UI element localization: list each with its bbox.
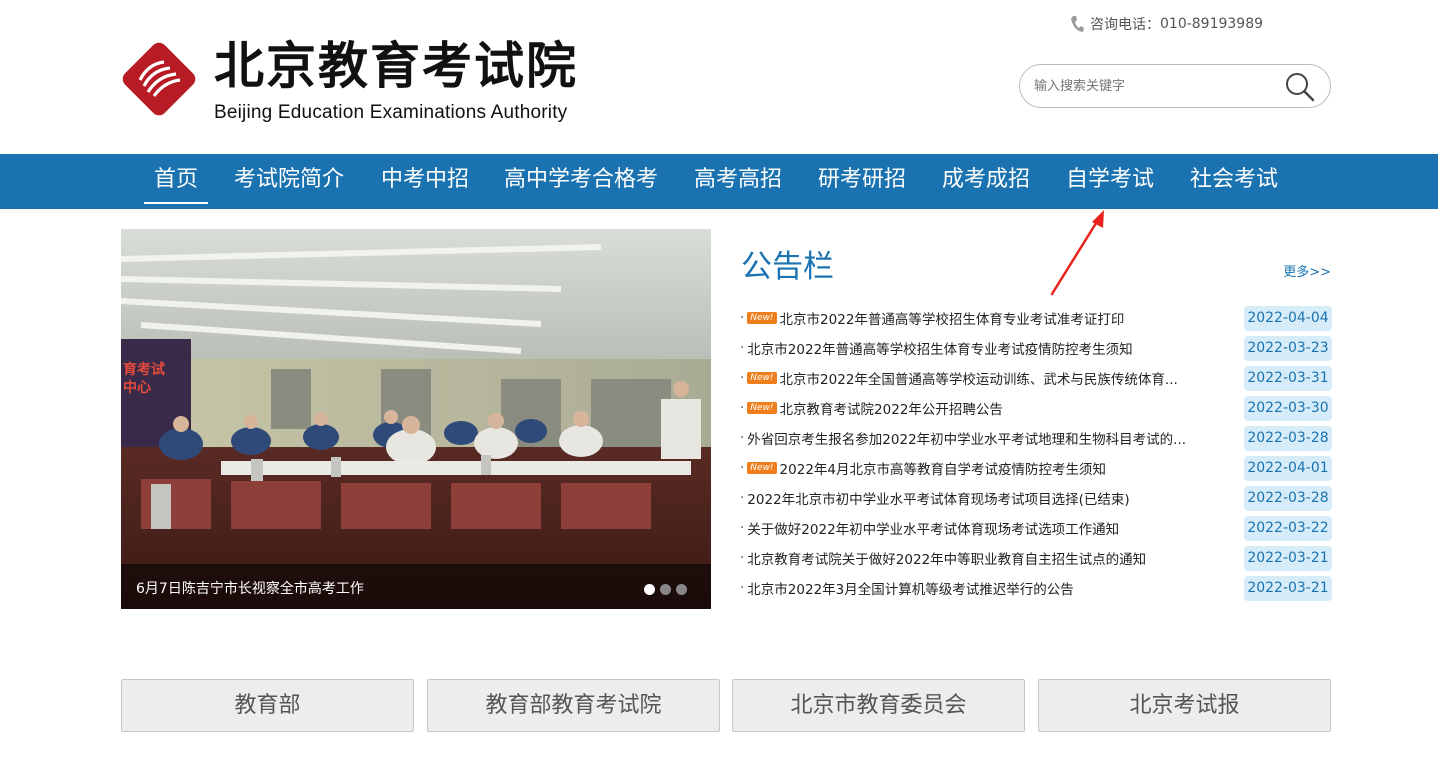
notice-bullet: · [740,370,745,386]
notice-date: 2022-04-04 [1244,306,1332,331]
site-logo[interactable]: 北京教育考试院 Beijing Education Examinations A… [120,36,600,130]
slide-caption-bar: 6月7日陈吉宁市长视察全市高考工作 [121,564,711,609]
notice-link[interactable]: · New! 北京市2022年普通高等学校招生体育专业考试准考证打印 [740,308,1124,328]
slide-caption[interactable]: 6月7日陈吉宁市长视察全市高考工作 [136,578,364,598]
list-item: · New! 2022年4月北京市高等教育自学考试疫情防控考生须知 2022-04-… [740,456,1332,486]
slide-dot-3[interactable] [676,584,687,595]
notice-link[interactable]: · 外省回京考生报名参加2022年初中学业水平考试地理和生物科目考试的... [740,428,1186,448]
nav-item-home[interactable]: 首页 [143,154,209,209]
slide-dot-1[interactable] [644,584,655,595]
list-item: · 关于做好2022年初中学业水平考试体育现场考试选项工作通知 2022-03-2… [740,516,1332,546]
nav-item-yankao[interactable]: 研考研招 [818,154,906,209]
notice-title: 北京市2022年普通高等学校招生体育专业考试疫情防控考生须知 [747,342,1133,358]
new-badge: New! [747,462,777,474]
notice-date: 2022-03-28 [1244,486,1332,511]
slide-photo: 育考试 中心 [121,229,711,609]
notice-link[interactable]: · New! 北京教育考试院2022年公开招聘公告 [740,398,1003,418]
nav-item-zhongkao[interactable]: 中考中招 [381,154,469,209]
link-bjedu[interactable]: 北京市教育委员会 [732,679,1025,732]
notice-link[interactable]: · 2022年北京市初中学业水平考试体育现场考试项目选择(已结束) [740,488,1130,508]
notice-link[interactable]: · 北京市2022年3月全国计算机等级考试推迟举行的公告 [740,578,1074,598]
notice-list: · New! 北京市2022年普通高等学校招生体育专业考试准考证打印 2022-04… [740,306,1332,606]
link-moe[interactable]: 教育部 [121,679,414,732]
list-item: · 北京市2022年3月全国计算机等级考试推迟举行的公告 2022-03-21 [740,576,1332,606]
nav-item-chengkao[interactable]: 成考成招 [942,154,1030,209]
hotline-number: 010-89193989 [1160,16,1264,32]
notice-date: 2022-03-21 [1244,576,1332,601]
phone-icon [1071,16,1084,32]
notice-bullet: · [740,580,745,596]
main-nav: 首页 考试院简介 中考中招 高中学考合格考 高考高招 研考研招 成考成招 自学考… [0,154,1438,209]
notice-title: 北京教育考试院2022年公开招聘公告 [779,402,1003,418]
site-header: 北京教育考试院 Beijing Education Examinations A… [0,0,1438,154]
notice-date: 2022-03-22 [1244,516,1332,541]
search-icon[interactable] [1284,71,1316,103]
notice-title: 关于做好2022年初中学业水平考试体育现场考试选项工作通知 [747,522,1120,538]
notice-link[interactable]: · 北京市2022年普通高等学校招生体育专业考试疫情防控考生须知 [740,338,1133,358]
slide-sign-line2: 中心 [123,379,151,396]
list-item: · 北京教育考试院关于做好2022年中等职业教育自主招生试点的通知 2022-03… [740,546,1332,576]
list-item: · New! 北京市2022年普通高等学校招生体育专业考试准考证打印 2022-04… [740,306,1332,336]
notice-link[interactable]: · 北京教育考试院关于做好2022年中等职业教育自主招生试点的通知 [740,548,1146,568]
logo-emblem-icon [122,42,196,116]
slide-sign-line1: 育考试 [123,361,165,378]
hotline: 咨询电话： 010-89193989 [1070,14,1263,34]
more-link[interactable]: 更多>> [1283,261,1331,280]
notice-link[interactable]: · New! 2022年4月北京市高等教育自学考试疫情防控考生须知 [740,458,1106,478]
search-box [1019,64,1331,108]
list-item: · New! 北京教育考试院2022年公开招聘公告 2022-03-30 [740,396,1332,426]
notice-title: 2022年北京市初中学业水平考试体育现场考试项目选择(已结束) [747,492,1130,508]
notice-date: 2022-03-30 [1244,396,1332,421]
notice-board-title: 公告栏 [741,249,834,285]
notice-title: 北京市2022年全国普通高等学校运动训练、武术与民族传统体育... [779,372,1178,388]
notice-bullet: · [740,340,745,356]
logo-english-name: Beijing Education Examinations Authority [214,102,568,123]
new-badge: New! [747,372,777,384]
notice-link[interactable]: · 关于做好2022年初中学业水平考试体育现场考试选项工作通知 [740,518,1119,538]
list-item: · 2022年北京市初中学业水平考试体育现场考试项目选择(已结束) 2022-03… [740,486,1332,516]
notice-title: 北京教育考试院关于做好2022年中等职业教育自主招生试点的通知 [747,552,1147,568]
news-slider[interactable]: 育考试 中心 6月7日陈吉宁市长视察全市高考工作 [121,229,711,609]
notice-date: 2022-03-28 [1244,426,1332,451]
link-neea[interactable]: 教育部教育考试院 [427,679,720,732]
notice-title: 北京市2022年3月全国计算机等级考试推迟举行的公告 [747,582,1074,598]
logo-chinese-name: 北京教育考试院 [214,36,578,95]
nav-item-gaokao[interactable]: 高考高招 [694,154,782,209]
list-item: · 外省回京考生报名参加2022年初中学业水平考试地理和生物科目考试的... 20… [740,426,1332,456]
notice-date: 2022-03-21 [1244,546,1332,571]
notice-link[interactable]: · New! 北京市2022年全国普通高等学校运动训练、武术与民族传统体育... [740,368,1178,388]
list-item: · New! 北京市2022年全国普通高等学校运动训练、武术与民族传统体育... 2… [740,366,1332,396]
related-links: 教育部 教育部教育考试院 北京市教育委员会 北京考试报 [121,679,1332,733]
hotline-label: 咨询电话： [1090,17,1160,33]
notice-title: 2022年4月北京市高等教育自学考试疫情防控考生须知 [779,462,1106,478]
search-input[interactable] [1034,75,1274,97]
notice-bullet: · [740,310,745,326]
slide-dot-2[interactable] [660,584,671,595]
notice-bullet: · [740,520,745,536]
notice-title: 外省回京考生报名参加2022年初中学业水平考试地理和生物科目考试的... [747,432,1187,448]
slide-dots [644,584,687,595]
notice-bullet: · [740,400,745,416]
notice-bullet: · [740,430,745,446]
notice-bullet: · [740,550,745,566]
list-item: · 北京市2022年普通高等学校招生体育专业考试疫情防控考生须知 2022-03-… [740,336,1332,366]
link-exam-paper[interactable]: 北京考试报 [1038,679,1331,732]
nav-item-about[interactable]: 考试院简介 [234,154,344,209]
notice-board: 公告栏 更多>> · New! 北京市2022年普通高等学校招生体育专业考试准考证打… [740,229,1332,609]
notice-bullet: · [740,460,745,476]
new-badge: New! [747,312,777,324]
nav-item-xuekao[interactable]: 高中学考合格考 [504,154,658,209]
notice-title: 北京市2022年普通高等学校招生体育专业考试准考证打印 [779,312,1125,328]
nav-item-shehui[interactable]: 社会考试 [1190,154,1278,209]
notice-date: 2022-03-23 [1244,336,1332,361]
notice-date: 2022-04-01 [1244,456,1332,481]
new-badge: New! [747,402,777,414]
notice-date: 2022-03-31 [1244,366,1332,391]
nav-item-zixue[interactable]: 自学考试 [1066,154,1154,209]
notice-bullet: · [740,490,745,506]
